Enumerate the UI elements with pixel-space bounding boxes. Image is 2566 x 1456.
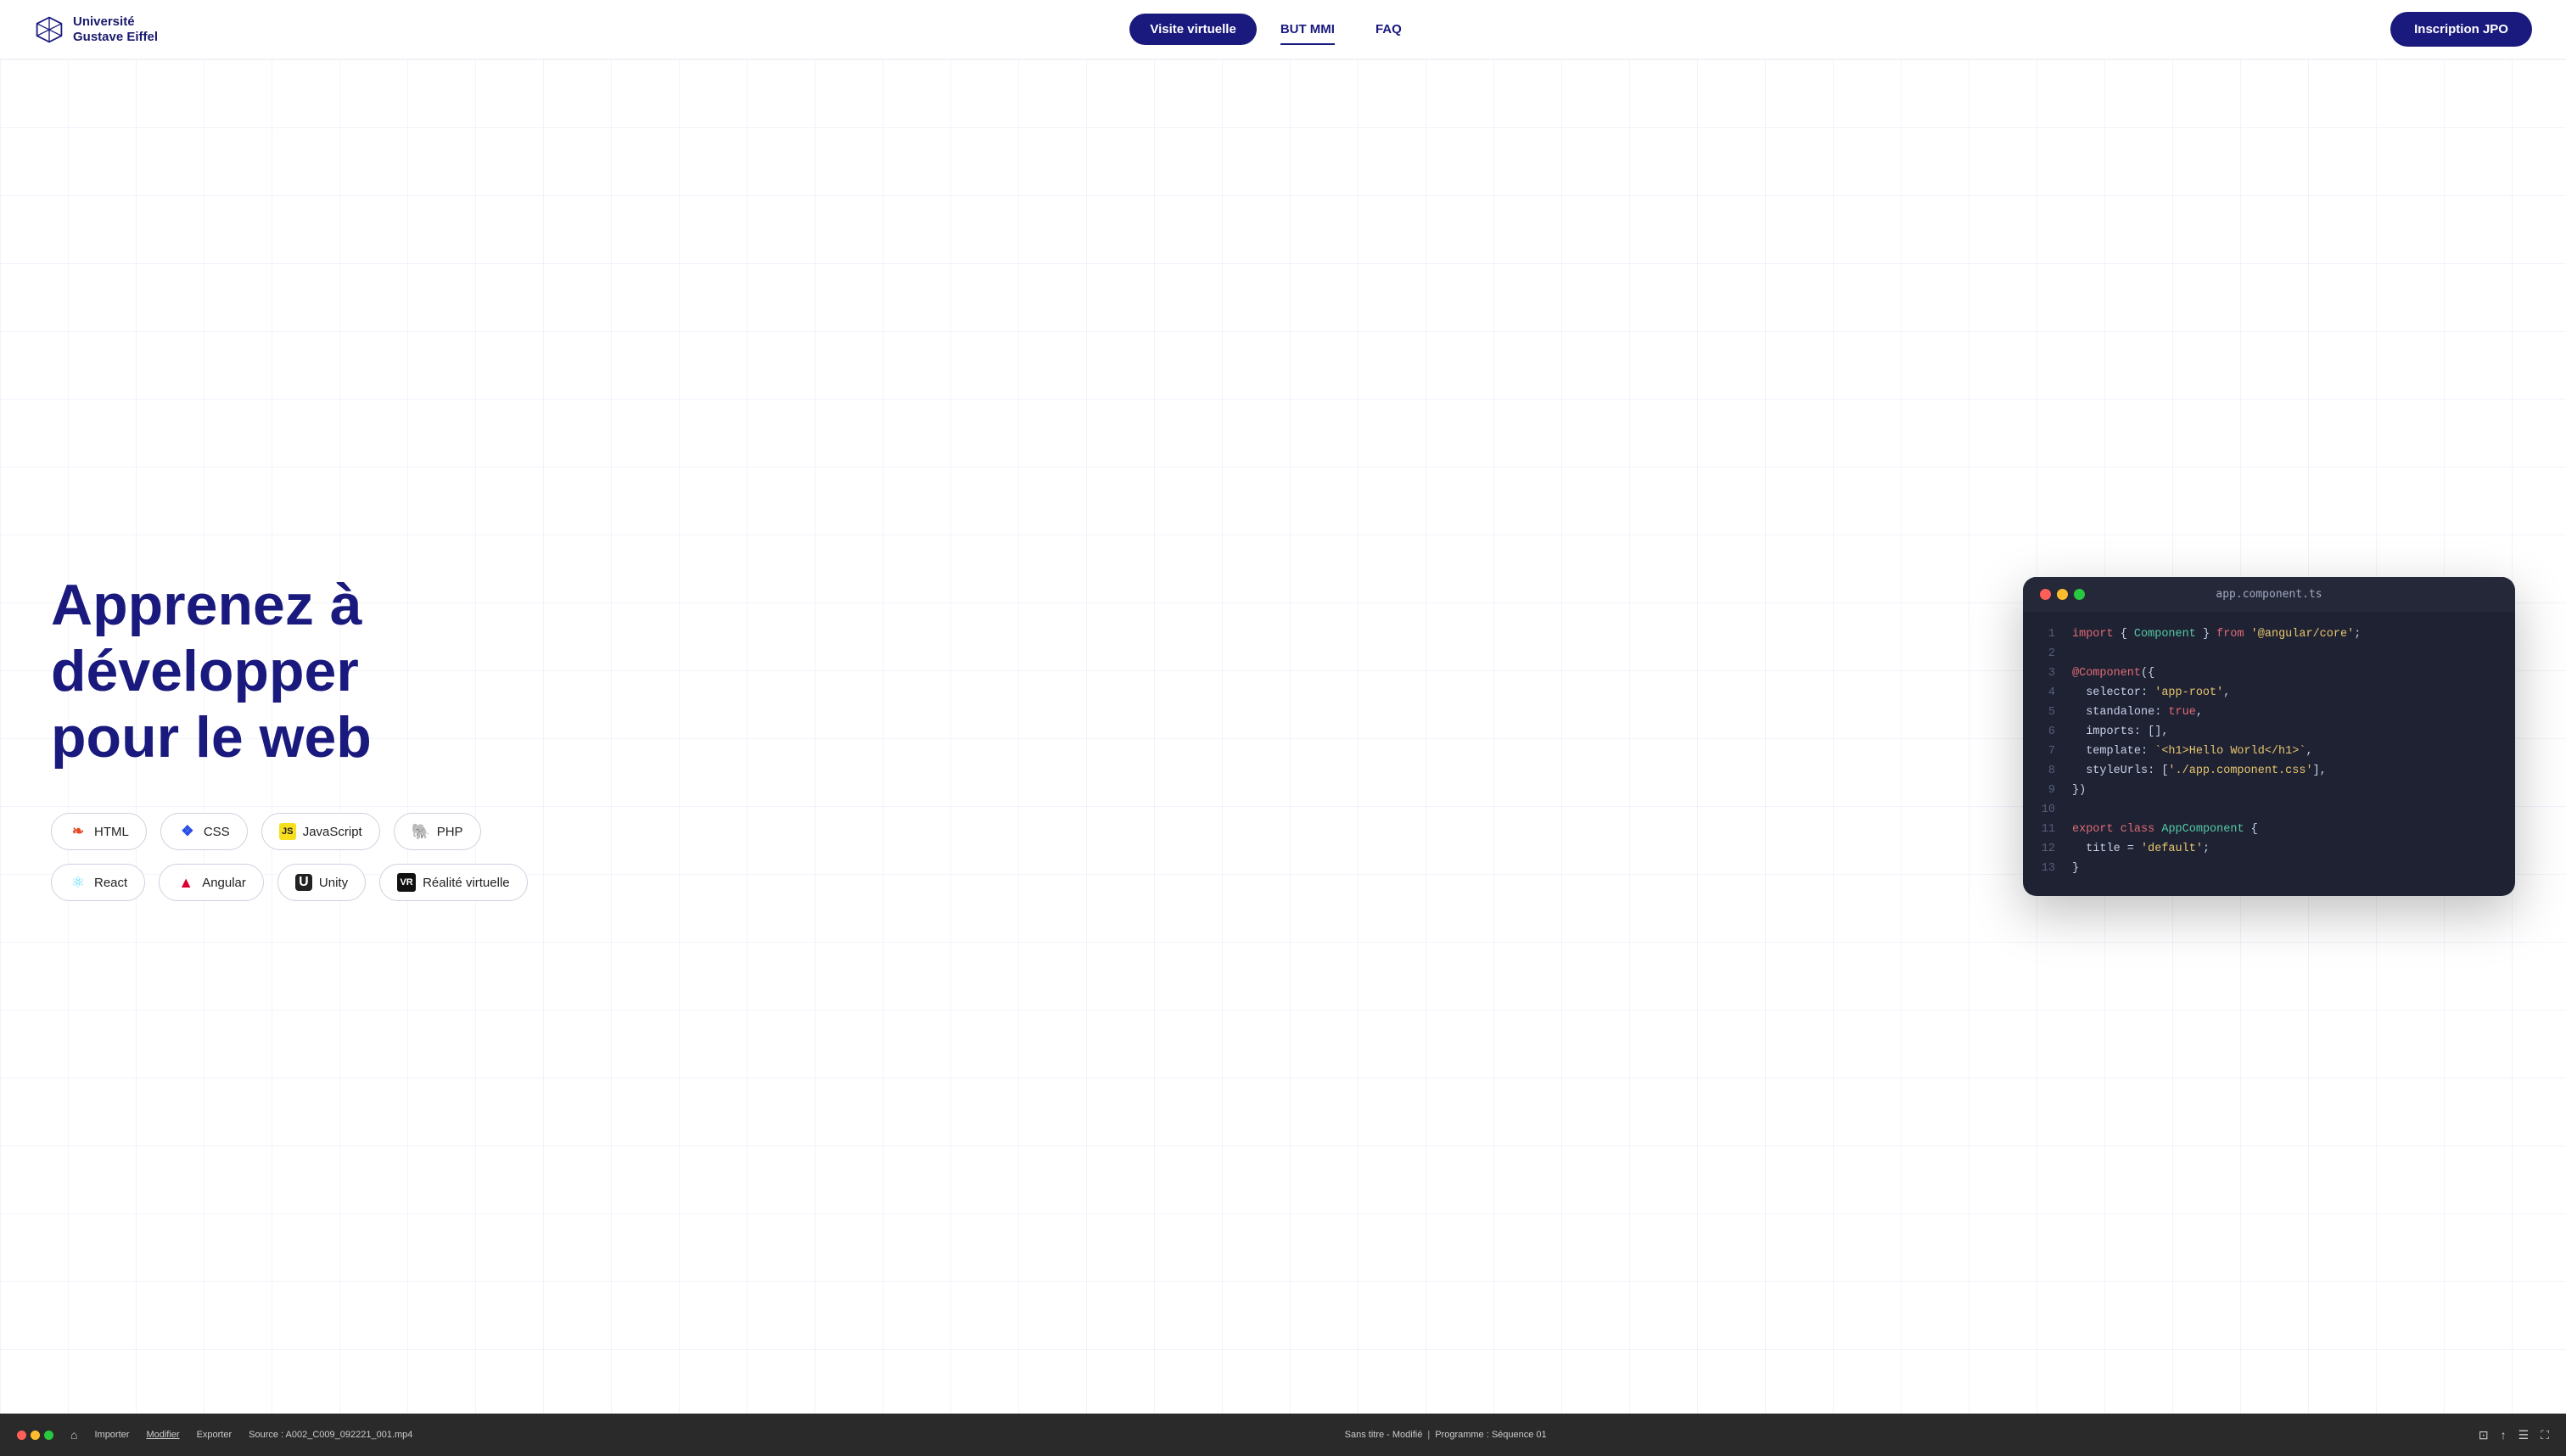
code-line-11: 11 export class AppComponent { bbox=[2040, 820, 2498, 840]
bottom-icon-4[interactable]: ⛶ bbox=[2541, 1428, 2549, 1442]
bottom-dot-red bbox=[17, 1431, 26, 1440]
code-line-6: 6 imports: [], bbox=[2040, 723, 2498, 742]
tag-html[interactable]: ❧ HTML bbox=[51, 813, 147, 850]
logo-icon bbox=[34, 14, 64, 45]
tag-react[interactable]: ⚛ React bbox=[51, 864, 145, 901]
source-text: Source : A002_C009_092221_001.mp4 bbox=[249, 1430, 412, 1440]
dot-yellow bbox=[2057, 589, 2068, 600]
tag-react-label: React bbox=[94, 876, 127, 890]
unity-icon: U bbox=[295, 874, 312, 891]
tag-vr-label: Réalité virtuelle bbox=[423, 876, 510, 890]
code-line-8: 8 styleUrls: ['./app.component.css'], bbox=[2040, 762, 2498, 781]
inscription-jpo-button[interactable]: Inscription JPO bbox=[2390, 12, 2532, 47]
visite-virtuelle-button[interactable]: Visite virtuelle bbox=[1129, 14, 1256, 45]
logo-link[interactable]: Université Gustave Eiffel bbox=[34, 14, 158, 45]
code-line-10: 10 bbox=[2040, 801, 2498, 820]
navbar: Université Gustave Eiffel Visite virtuel… bbox=[0, 0, 2566, 59]
tag-php-label: PHP bbox=[437, 825, 463, 839]
tag-unity[interactable]: U Unity bbox=[277, 864, 366, 901]
menu-exporter[interactable]: Exporter bbox=[197, 1430, 233, 1440]
bottom-dots bbox=[17, 1431, 53, 1440]
code-line-3: 3 @Component({ bbox=[2040, 664, 2498, 684]
tag-js-label: JavaScript bbox=[303, 825, 362, 839]
code-line-5: 5 standalone: true, bbox=[2040, 703, 2498, 723]
menu-importer[interactable]: Importer bbox=[94, 1430, 129, 1440]
code-window: app.component.ts 1 import { Component } … bbox=[2023, 577, 2515, 895]
bottom-dot-green bbox=[44, 1431, 53, 1440]
logo-text: Université Gustave Eiffel bbox=[73, 14, 158, 45]
home-icon[interactable]: ⌂ bbox=[70, 1428, 77, 1442]
hero-left: Apprenez à développer pour le web ❧ HTML… bbox=[51, 572, 645, 902]
menu-modifier[interactable]: Modifier bbox=[146, 1430, 179, 1440]
css-icon: ❖ bbox=[178, 822, 197, 841]
tag-angular[interactable]: ▲ Angular bbox=[159, 864, 264, 901]
tag-unity-label: Unity bbox=[319, 876, 348, 890]
code-line-1: 1 import { Component } from '@angular/co… bbox=[2040, 625, 2498, 645]
bottom-icon-1[interactable]: ⊡ bbox=[2479, 1428, 2489, 1442]
hero-tags-row-1: ❧ HTML ❖ CSS JS JavaScript 🐘 PHP bbox=[51, 813, 645, 850]
js-icon: JS bbox=[279, 823, 296, 840]
but-mmi-link[interactable]: BUT MMI bbox=[1263, 14, 1352, 45]
tag-vr[interactable]: VR Réalité virtuelle bbox=[379, 864, 528, 901]
faq-link[interactable]: FAQ bbox=[1359, 14, 1419, 45]
code-line-13: 13 } bbox=[2040, 860, 2498, 879]
tag-css[interactable]: ❖ CSS bbox=[160, 813, 248, 850]
code-filename: app.component.ts bbox=[2216, 588, 2322, 601]
hero-title: Apprenez à développer pour le web bbox=[51, 572, 645, 771]
program-label: | bbox=[1427, 1430, 1430, 1440]
code-line-4: 4 selector: 'app-root', bbox=[2040, 684, 2498, 703]
sequence-label: Programme : Séquence 01 bbox=[1435, 1430, 1546, 1440]
nav-center: Visite virtuelle BUT MMI FAQ bbox=[1129, 14, 1418, 45]
hero-tags-row-2: ⚛ React ▲ Angular U Unity VR Réalité vir… bbox=[51, 864, 645, 901]
tag-angular-label: Angular bbox=[202, 876, 246, 890]
vr-icon: VR bbox=[397, 873, 416, 892]
bottom-right-icons: ⊡ ↑ ☰ ⛶ bbox=[2479, 1428, 2549, 1442]
dot-green bbox=[2074, 589, 2085, 600]
code-window-dots bbox=[2040, 589, 2085, 600]
bottom-icon-3[interactable]: ☰ bbox=[2518, 1428, 2530, 1442]
hero-right: app.component.ts 1 import { Component } … bbox=[2023, 577, 2515, 895]
code-line-9: 9 }) bbox=[2040, 781, 2498, 801]
tag-php[interactable]: 🐘 PHP bbox=[394, 813, 481, 850]
tag-html-label: HTML bbox=[94, 825, 129, 839]
code-titlebar: app.component.ts bbox=[2023, 577, 2515, 612]
dot-red bbox=[2040, 589, 2051, 600]
code-line-2: 2 bbox=[2040, 645, 2498, 664]
project-title: Sans titre - Modifié bbox=[1345, 1430, 1423, 1440]
code-line-7: 7 template: `<h1>Hello World</h1>`, bbox=[2040, 742, 2498, 762]
bottom-dot-yellow bbox=[31, 1431, 40, 1440]
bottom-bar: ⌂ Importer Modifier Exporter Source : A0… bbox=[0, 1414, 2566, 1456]
hero-tags: ❧ HTML ❖ CSS JS JavaScript 🐘 PHP bbox=[51, 813, 645, 901]
bottom-center: Sans titre - Modifié | Programme : Séque… bbox=[429, 1430, 2461, 1440]
code-body: 1 import { Component } from '@angular/co… bbox=[2023, 612, 2515, 895]
php-icon: 🐘 bbox=[412, 822, 430, 841]
tag-css-label: CSS bbox=[204, 825, 230, 839]
html-icon: ❧ bbox=[69, 822, 87, 841]
angular-icon: ▲ bbox=[176, 873, 195, 892]
tag-javascript[interactable]: JS JavaScript bbox=[261, 813, 380, 850]
bottom-icon-2[interactable]: ↑ bbox=[2501, 1428, 2507, 1442]
hero-section: Apprenez à développer pour le web ❧ HTML… bbox=[0, 59, 2566, 1414]
code-line-12: 12 title = 'default'; bbox=[2040, 840, 2498, 860]
react-icon: ⚛ bbox=[69, 873, 87, 892]
